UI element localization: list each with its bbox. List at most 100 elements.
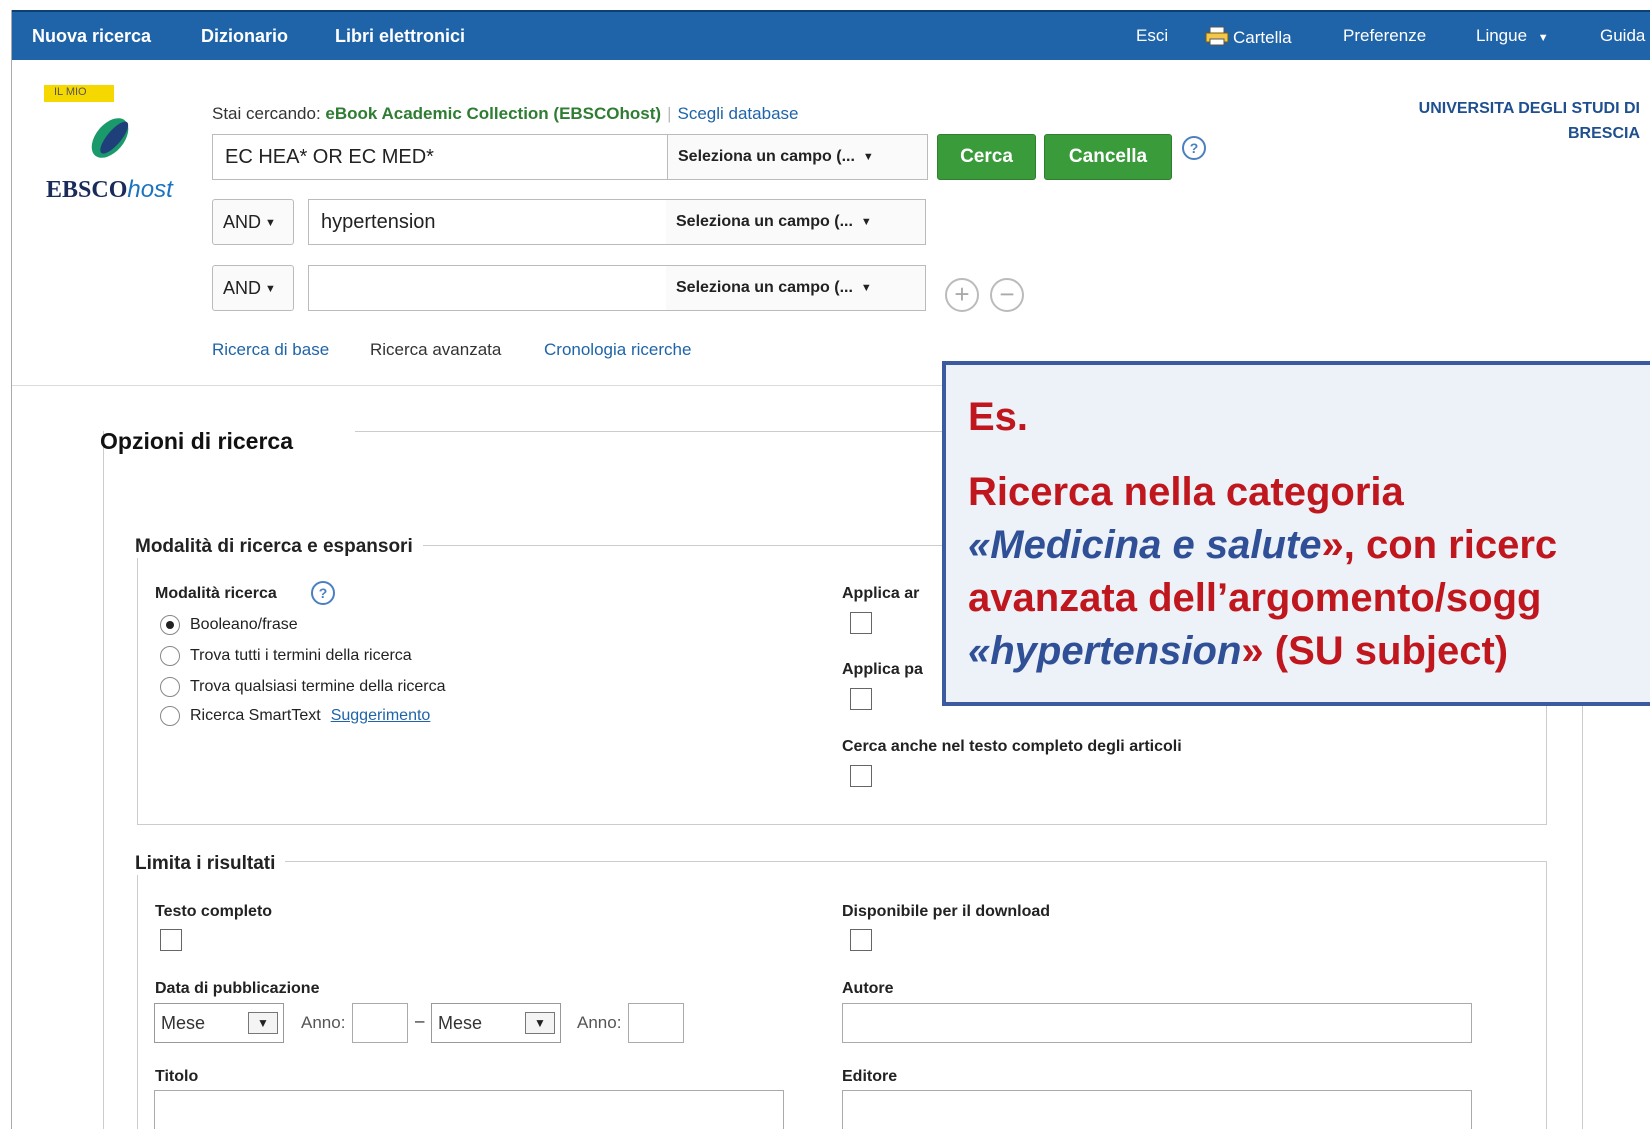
- search-options-title: Opzioni di ricerca: [100, 428, 293, 454]
- caret-down-icon: ▼: [860, 281, 872, 294]
- callout-body: Ricerca nella categoria «Medicina e salu…: [968, 466, 1557, 678]
- callout-subject: hypertension: [990, 629, 1242, 673]
- author-input[interactable]: [842, 1003, 1472, 1043]
- callout-heading: Es.: [968, 395, 1029, 439]
- top-navigation-bar: Nuova ricerca Dizionario Libri elettroni…: [12, 10, 1650, 60]
- window-left-edge: [0, 10, 12, 1129]
- help-icon[interactable]: ?: [311, 581, 335, 605]
- author-label: Autore: [842, 980, 894, 997]
- caret-down-icon: ▼: [860, 215, 872, 228]
- year-from-input[interactable]: [352, 1003, 408, 1043]
- ebscohost-logo[interactable]: EBSCOhost: [46, 176, 173, 204]
- month-from-value: Mese: [161, 1013, 206, 1033]
- date-range-dash: –: [415, 1011, 425, 1030]
- mode-boolean-option[interactable]: Booleano/frase: [160, 615, 298, 635]
- chevron-down-icon: ▼: [248, 1012, 278, 1034]
- nav-lingue-label: Lingue: [1476, 26, 1528, 45]
- radio[interactable]: [160, 646, 180, 666]
- nav-guida[interactable]: Guida: [1600, 26, 1645, 46]
- field-select-1-label: Seleziona un campo (...: [678, 148, 855, 165]
- remove-row-button[interactable]: −: [990, 278, 1024, 312]
- nav-libri-elettronici[interactable]: Libri elettronici: [335, 26, 465, 47]
- expander-1-checkbox[interactable]: [850, 612, 872, 634]
- month-to-select[interactable]: Mese ▼: [431, 1003, 561, 1043]
- mode-any-terms-option[interactable]: Trova qualsiasi termine della ricerca: [160, 677, 446, 697]
- caret-down-icon: ▼: [265, 283, 276, 296]
- callout-quote-open: «: [968, 523, 991, 567]
- nav-dizionario[interactable]: Dizionario: [201, 26, 288, 47]
- publisher-label: Editore: [842, 1068, 898, 1085]
- operator-select-2[interactable]: AND ▼: [212, 199, 294, 245]
- fulltext-search-checkbox[interactable]: [850, 765, 872, 787]
- radio[interactable]: [160, 706, 180, 726]
- mode-boolean-label: Booleano/frase: [190, 616, 298, 634]
- caret-down-icon: ▼: [1537, 32, 1549, 44]
- field-select-1[interactable]: Seleziona un campo (... ▼: [668, 134, 928, 180]
- field-select-3[interactable]: Seleziona un campo (... ▼: [666, 265, 926, 311]
- institution-name: UNIVERSITA DEGLI STUDI DI BRESCIA: [1340, 96, 1640, 146]
- limits-section-title: Limita i risultati: [135, 853, 286, 875]
- ebsco-leaf-icon: [91, 118, 129, 158]
- mode-smarttext-label: Ricerca SmartText: [190, 707, 321, 725]
- title-input[interactable]: [154, 1090, 784, 1129]
- year-from-label: Anno:: [301, 1013, 346, 1032]
- cerca-button[interactable]: Cerca: [937, 134, 1036, 180]
- operator-2-label: AND: [223, 212, 262, 232]
- caret-down-icon: ▼: [862, 150, 874, 163]
- month-from-select[interactable]: Mese ▼: [154, 1003, 284, 1043]
- search-input-3[interactable]: [308, 265, 668, 311]
- callout-line-4: «hypertension» (SU subject): [968, 625, 1557, 678]
- annotation-callout: Es. Ricerca nella categoria «Medicina e …: [942, 361, 1650, 706]
- institution-line1: UNIVERSITA DEGLI STUDI DI: [1418, 100, 1640, 117]
- cronologia-ricerche-link[interactable]: Cronologia ricerche: [544, 340, 691, 360]
- expander-2-checkbox[interactable]: [850, 688, 872, 710]
- expander-1-label: Applica ar: [842, 585, 920, 602]
- searching-prefix: Stai cercando:: [212, 104, 321, 123]
- caret-down-icon: ▼: [265, 217, 276, 230]
- callout-line-3: avanzata dell’argomento/sogg: [968, 576, 1542, 620]
- callout-line-4-rest: » (SU subject): [1241, 629, 1509, 673]
- search-mode-label: Modalità ricerca: [155, 585, 277, 603]
- field-select-3-label: Seleziona un campo (...: [676, 279, 853, 296]
- mode-any-terms-label: Trova qualsiasi termine della ricerca: [190, 678, 446, 696]
- help-icon[interactable]: ?: [1182, 136, 1206, 160]
- field-select-2[interactable]: Seleziona un campo (... ▼: [666, 199, 926, 245]
- operator-3-label: AND: [223, 278, 262, 298]
- separator: |: [667, 104, 672, 123]
- radio-selected[interactable]: [160, 615, 180, 635]
- search-input-2[interactable]: hypertension: [308, 199, 668, 245]
- pub-date-label: Data di pubblicazione: [155, 980, 320, 997]
- publisher-input[interactable]: [842, 1090, 1472, 1129]
- expander-2-label: Applica pa: [842, 661, 923, 678]
- callout-quote-open-2: «: [968, 629, 991, 673]
- mode-all-terms-option[interactable]: Trova tutti i termini della ricerca: [160, 646, 412, 666]
- field-select-2-label: Seleziona un campo (...: [676, 213, 853, 230]
- downloadable-checkbox[interactable]: [850, 929, 872, 951]
- full-text-checkbox[interactable]: [160, 929, 182, 951]
- nav-nuova-ricerca[interactable]: Nuova ricerca: [32, 26, 151, 47]
- choose-database-link[interactable]: Scegli database: [678, 104, 799, 123]
- add-row-button[interactable]: +: [945, 278, 979, 312]
- month-to-value: Mese: [438, 1013, 483, 1033]
- cancella-button[interactable]: Cancella: [1044, 134, 1172, 180]
- title-label: Titolo: [155, 1068, 199, 1085]
- search-input-1[interactable]: EC HEA* OR EC MED*: [212, 134, 668, 180]
- radio[interactable]: [160, 677, 180, 697]
- year-to-label: Anno:: [577, 1013, 622, 1032]
- nav-cartella-label: Cartella: [1233, 28, 1292, 47]
- nav-esci[interactable]: Esci: [1136, 26, 1168, 46]
- suggerimento-link[interactable]: Suggerimento: [331, 707, 431, 724]
- mode-all-terms-label: Trova tutti i termini della ricerca: [190, 647, 412, 665]
- il-mio-badge[interactable]: IL MIO: [44, 85, 114, 102]
- logo-brand-suffix: host: [127, 176, 173, 203]
- nav-lingue[interactable]: Lingue ▼: [1476, 26, 1549, 46]
- ricerca-di-base-link[interactable]: Ricerca di base: [212, 340, 329, 360]
- ricerca-avanzata-current: Ricerca avanzata: [370, 340, 502, 359]
- nav-preferenze[interactable]: Preferenze: [1343, 26, 1426, 46]
- nav-cartella[interactable]: Cartella: [1205, 26, 1292, 48]
- mode-smarttext-option[interactable]: Ricerca SmartText Suggerimento: [160, 706, 430, 726]
- full-text-label: Testo completo: [155, 903, 273, 920]
- year-to-input[interactable]: [628, 1003, 684, 1043]
- callout-line-2-rest: », con ricerc: [1321, 523, 1558, 567]
- operator-select-3[interactable]: AND ▼: [212, 265, 294, 311]
